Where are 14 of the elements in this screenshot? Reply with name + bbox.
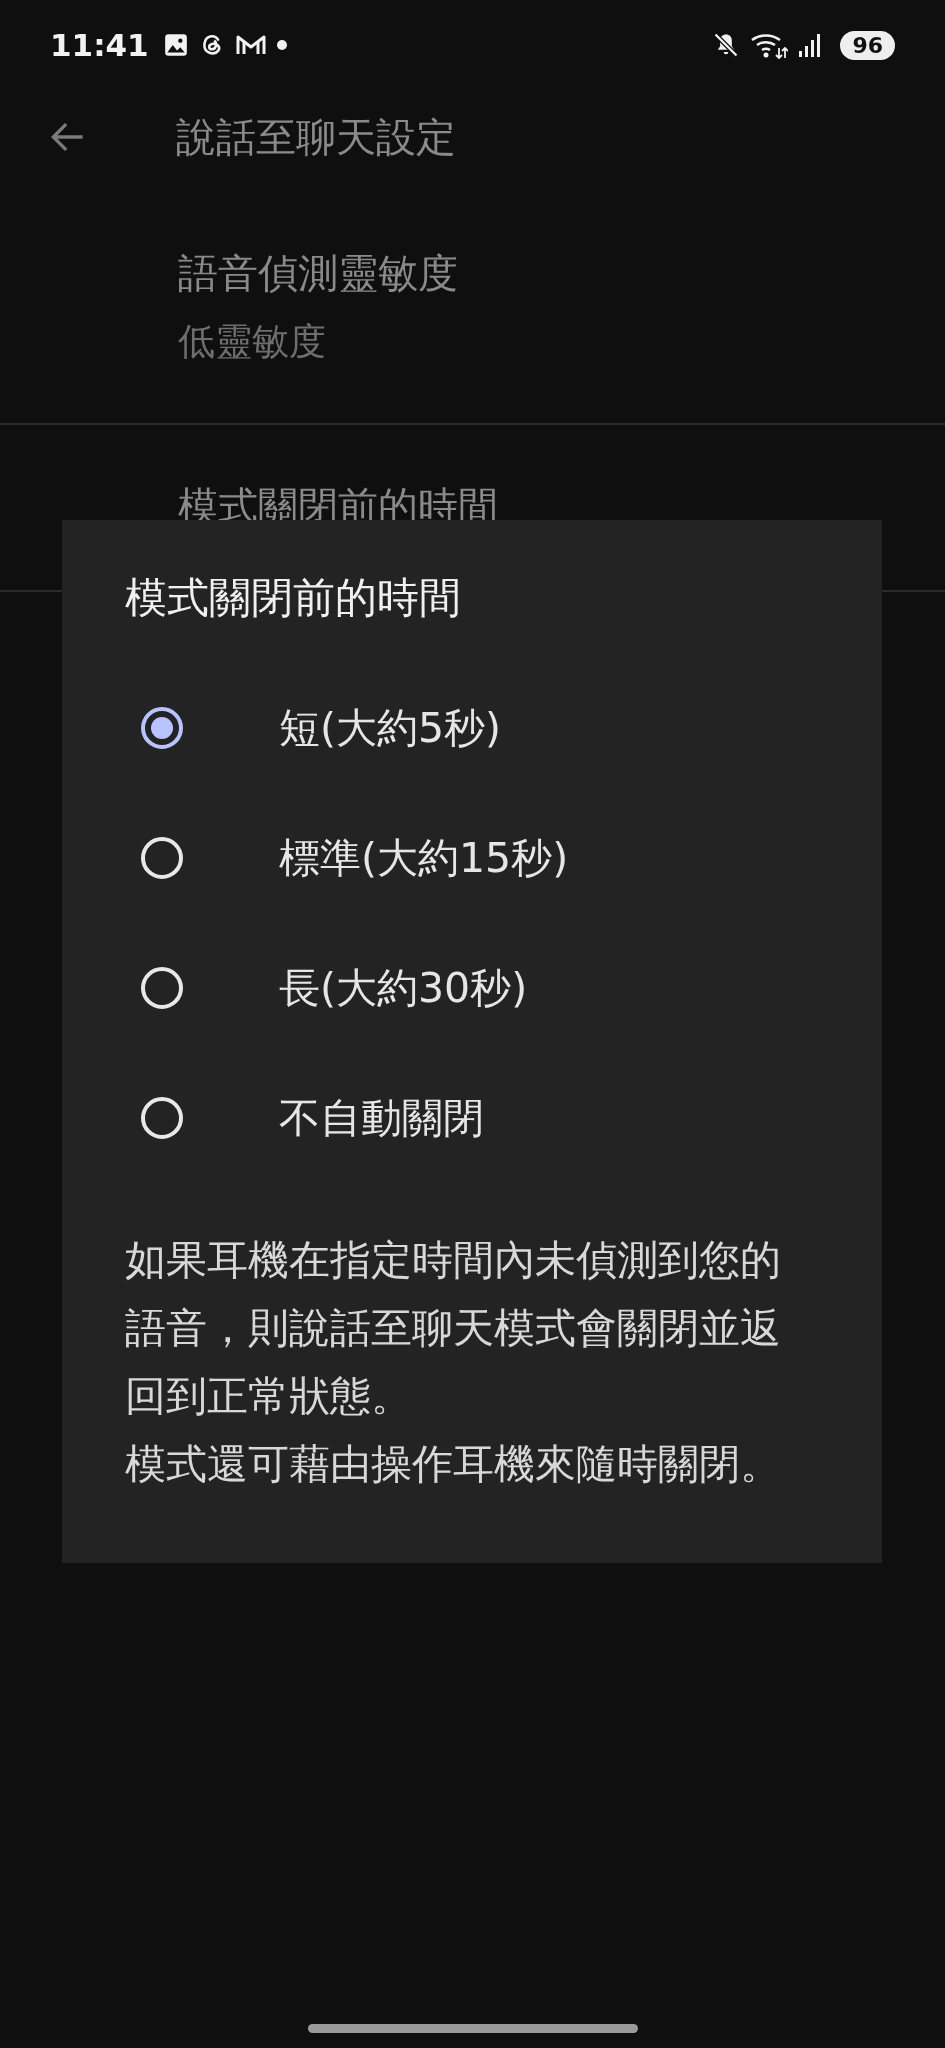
battery-indicator: 96 xyxy=(840,30,895,60)
option-label[interactable]: 標準(大約15秒) xyxy=(279,830,569,886)
description-text: 模式還可藉由操作耳機來隨時關閉。 xyxy=(125,1439,782,1490)
mute-icon xyxy=(712,31,741,59)
description-text: 如果耳機在指定時間內未偵測到您的語音，則說話至聊天模式會關閉並返回到正常狀態。 xyxy=(125,1235,782,1422)
screen-title: 說話至聊天設定 xyxy=(176,112,456,162)
setting-item[interactable]: 語音偵測靈敏度 低靈敏度 xyxy=(0,192,945,425)
radio-button[interactable] xyxy=(141,707,183,749)
dot-icon xyxy=(276,40,287,50)
option-label[interactable]: 長(大約30秒) xyxy=(279,960,528,1016)
option-label[interactable]: 不自動關閉 xyxy=(279,1090,484,1146)
option-label[interactable]: 短(大約5秒) xyxy=(279,700,502,756)
status-time: 11:41 xyxy=(50,27,149,63)
image-icon xyxy=(162,32,189,58)
